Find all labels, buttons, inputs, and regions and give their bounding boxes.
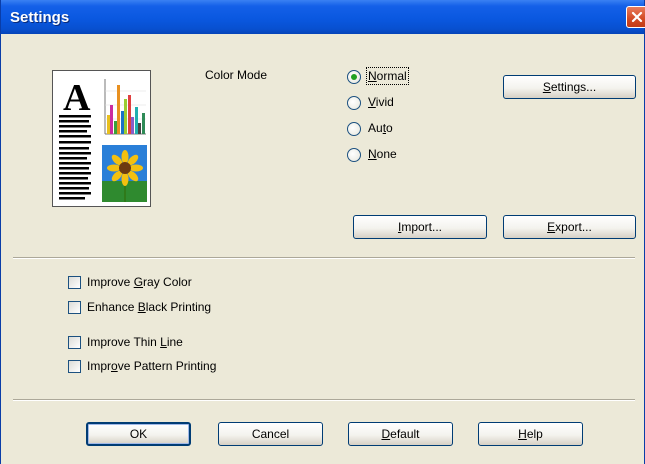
document-preview-image: A <box>52 70 151 207</box>
radio-none[interactable] <box>347 148 361 162</box>
radio-auto[interactable] <box>347 122 361 136</box>
radio-auto-label[interactable]: Auto <box>368 121 393 135</box>
radio-normal[interactable] <box>347 70 361 84</box>
improve-pattern-printing-checkbox[interactable] <box>68 360 81 373</box>
improve-thin-line-checkbox[interactable] <box>68 336 81 349</box>
improve-thin-line-label[interactable]: Improve Thin Line <box>87 335 183 349</box>
export-button[interactable]: Export... <box>503 215 636 239</box>
settings-dialog: Settings A Color Mode Normal Vivid Auto … <box>0 0 645 464</box>
close-x-icon <box>631 11 643 23</box>
separator-top <box>13 257 635 259</box>
improve-gray-color-label[interactable]: Improve Gray Color <box>87 275 192 289</box>
cancel-button[interactable]: Cancel <box>218 422 323 446</box>
radio-selected-dot <box>351 74 357 80</box>
separator-bottom <box>13 399 635 401</box>
title-bar[interactable]: Settings <box>1 0 645 34</box>
color-mode-label: Color Mode <box>205 68 268 82</box>
improve-gray-color-checkbox[interactable] <box>68 276 81 289</box>
default-button[interactable]: Default <box>348 422 453 446</box>
window-title: Settings <box>10 9 70 26</box>
color-settings-button[interactable]: Settings... <box>503 75 636 99</box>
improve-pattern-printing-label[interactable]: Improve Pattern Printing <box>87 359 216 373</box>
preview-letter: A <box>63 77 91 119</box>
enhance-black-printing-label[interactable]: Enhance Black Printing <box>87 300 211 314</box>
import-button[interactable]: Import... <box>353 215 487 239</box>
enhance-black-printing-checkbox[interactable] <box>68 301 81 314</box>
document-preview-with-chart-and-sunflower: A <box>59 77 147 202</box>
radio-vivid-label[interactable]: Vivid <box>368 95 394 109</box>
close-button[interactable] <box>626 6 645 28</box>
radio-normal-label[interactable]: Normal <box>366 67 409 85</box>
ok-button[interactable]: OK <box>86 422 191 446</box>
help-button[interactable]: Help <box>478 422 583 446</box>
radio-none-label[interactable]: None <box>368 147 397 161</box>
radio-vivid[interactable] <box>347 96 361 110</box>
